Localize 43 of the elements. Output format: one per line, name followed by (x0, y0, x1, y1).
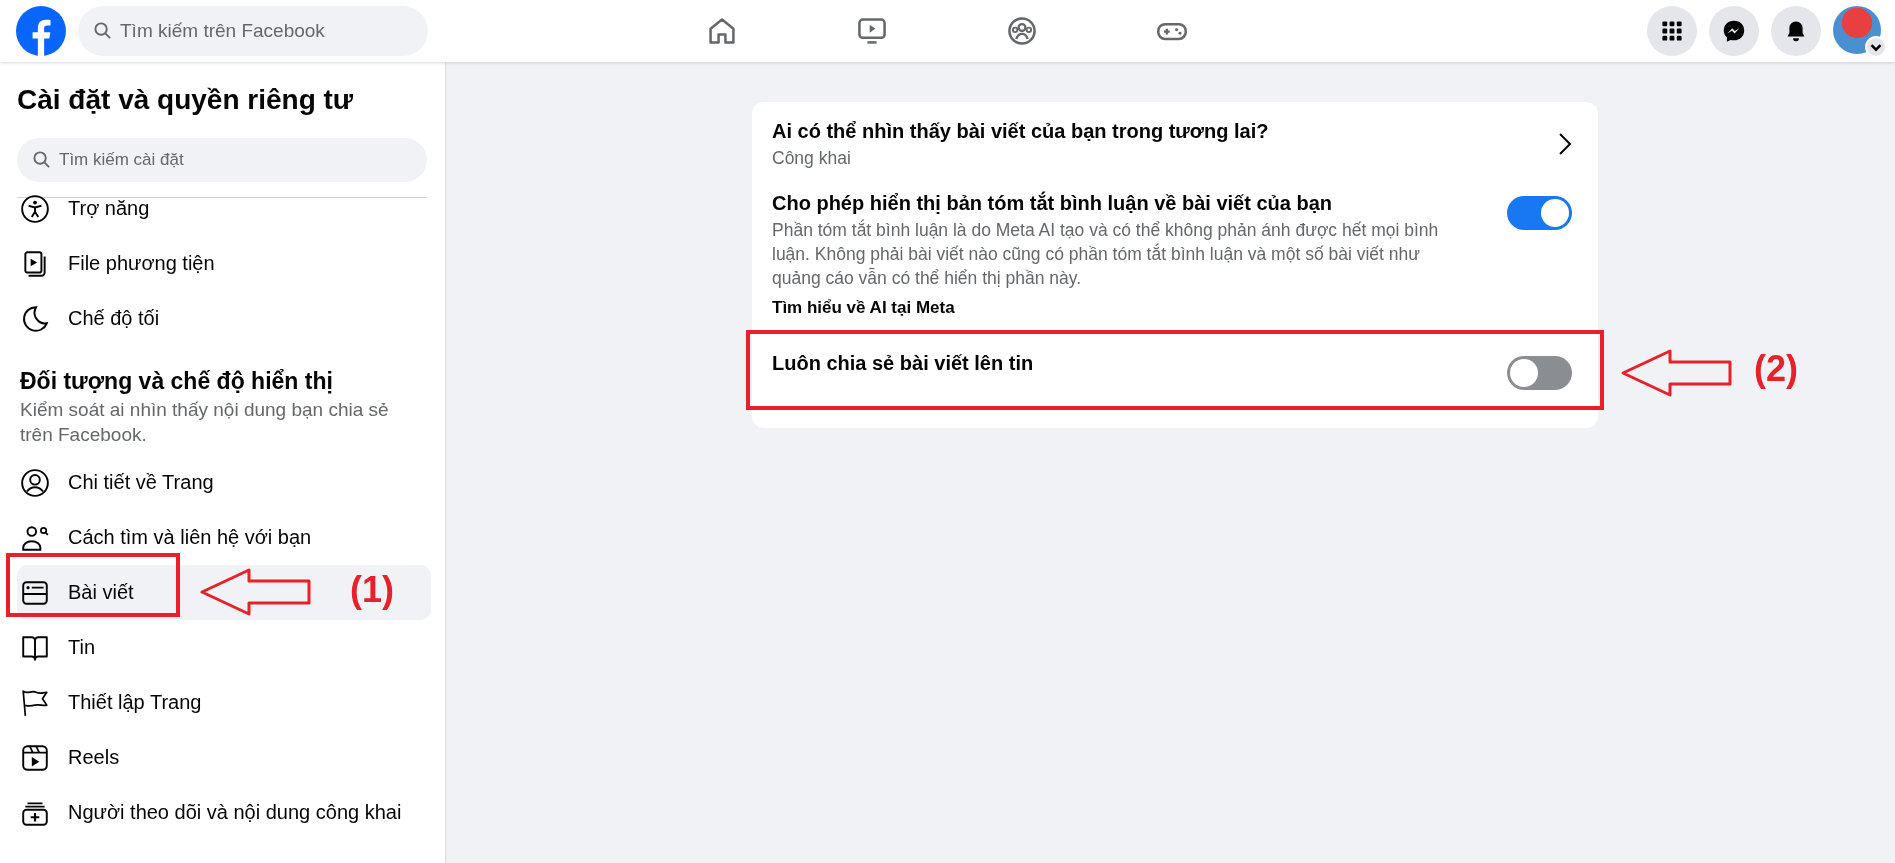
toggle-switch[interactable] (1507, 356, 1572, 390)
flag-icon (20, 687, 50, 718)
chat-bubble-icon (1722, 19, 1746, 43)
annotation-label: (1) (350, 569, 394, 611)
logo-icon[interactable] (16, 6, 66, 56)
sidebar-title: Cài đặt và quyền riêng tư (17, 83, 355, 117)
sidebar-item[interactable]: Tin (17, 620, 431, 675)
groups-icon[interactable] (1005, 15, 1038, 47)
setting-title: Cho phép hiển thị bản tóm tắt bình luận về bài viết của bạn (772, 190, 1334, 216)
sidebar-item[interactable]: Chế độ tối (17, 291, 431, 346)
sidebar-item[interactable]: Cách tìm và liên hệ với bạn (17, 510, 431, 565)
arrow-icon (1620, 348, 1734, 398)
section-description: Kiểm soát ai nhìn thấy nội dung bạn chia sẻ trên Facebook. (20, 398, 390, 447)
search-icon (93, 21, 112, 40)
person-circle-icon (20, 467, 50, 498)
chevron-icon[interactable] (1558, 132, 1572, 156)
grid-icon (1660, 19, 1684, 43)
sidebar-item[interactable]: Thiết lập Trang (17, 675, 431, 730)
avatar[interactable] (1833, 6, 1881, 54)
search-icon (32, 150, 51, 169)
notifications-button[interactable] (1771, 6, 1821, 56)
section-heading: Đối tượng và chế độ hiển thị (20, 368, 334, 395)
reels-icon (20, 742, 50, 773)
messenger-button[interactable] (1709, 6, 1759, 56)
arrow-icon (199, 567, 313, 617)
setting-title: Luôn chia sẻ bài viết lên tin (772, 351, 1035, 376)
sidebar-item[interactable]: File phương tiện (17, 236, 431, 291)
setting-description: Phần tóm tắt bình luận là do Meta AI tạo và có thể không phản ánh được hết mọi bình luận. Không phải bài viết nào cũng có phần tóm tắt bình luận và một số bài viết như quảng cáo vẫn có thể hiển thị phần này. (772, 218, 1440, 290)
menu-button[interactable] (1647, 6, 1697, 56)
moon-icon (20, 303, 50, 334)
sidebar-item[interactable]: Reels (17, 730, 431, 785)
learn-more-link[interactable]: Tìm hiểu về AI tại Meta (772, 298, 955, 318)
setting-value: Công khai (772, 147, 852, 170)
toggle-switch[interactable] (1507, 196, 1572, 230)
annotation-label: (2) (1754, 348, 1798, 390)
accessibility-icon (20, 193, 50, 224)
video-icon[interactable] (855, 15, 888, 47)
search-field[interactable]: Tìm kiếm trên Facebook (78, 6, 428, 56)
search-field[interactable]: Tìm kiếm cài đặt (17, 138, 427, 182)
sidebar-item[interactable]: Chi tiết về Trang (17, 455, 431, 510)
sidebar-item[interactable]: Người theo dõi và nội dung công khai (17, 785, 431, 840)
sidebar-item[interactable]: Trợ năng (17, 181, 431, 236)
setting-title: Ai có thể nhìn thấy bài viết của bạn trong tương lai? (772, 119, 1270, 144)
